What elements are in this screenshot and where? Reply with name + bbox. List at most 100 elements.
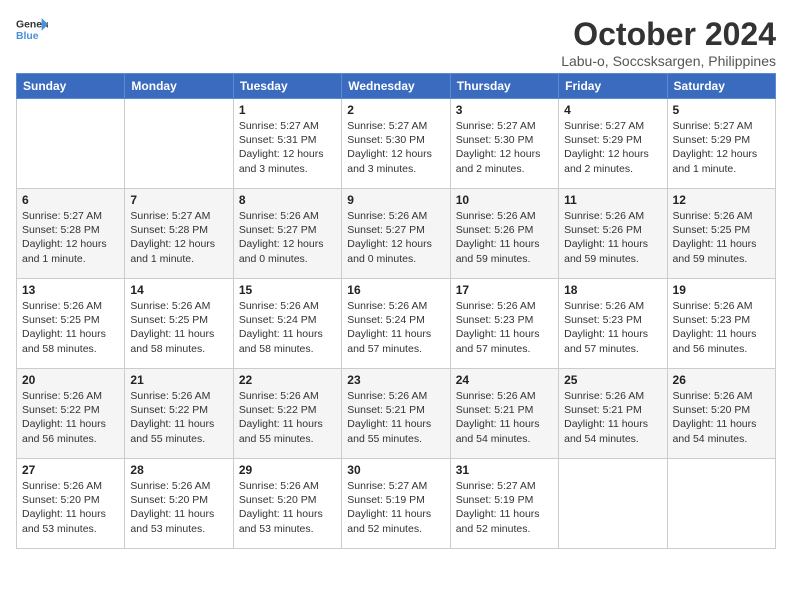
calendar-cell: 5 Sunrise: 5:27 AMSunset: 5:29 PMDaylight… (667, 99, 775, 189)
day-info: Sunrise: 5:26 AMSunset: 5:25 PMDaylight:… (22, 299, 119, 356)
day-number: 4 (564, 103, 661, 117)
day-number: 14 (130, 283, 227, 297)
day-number: 16 (347, 283, 444, 297)
day-info: Sunrise: 5:26 AMSunset: 5:26 PMDaylight:… (564, 209, 661, 266)
calendar-cell: 28 Sunrise: 5:26 AMSunset: 5:20 PMDayligh… (125, 459, 233, 549)
day-info: Sunrise: 5:26 AMSunset: 5:20 PMDaylight:… (22, 479, 119, 536)
day-number: 21 (130, 373, 227, 387)
day-info: Sunrise: 5:26 AMSunset: 5:21 PMDaylight:… (564, 389, 661, 446)
day-number: 6 (22, 193, 119, 207)
logo-icon: General Blue (16, 16, 48, 44)
calendar-week-row: 6 Sunrise: 5:27 AMSunset: 5:28 PMDaylight… (17, 189, 776, 279)
month-title: October 2024 (561, 16, 776, 53)
day-number: 24 (456, 373, 553, 387)
calendar-header-tuesday: Tuesday (233, 74, 341, 99)
calendar-cell (559, 459, 667, 549)
day-number: 9 (347, 193, 444, 207)
day-info: Sunrise: 5:26 AMSunset: 5:22 PMDaylight:… (22, 389, 119, 446)
calendar-header-sunday: Sunday (17, 74, 125, 99)
calendar-cell: 4 Sunrise: 5:27 AMSunset: 5:29 PMDaylight… (559, 99, 667, 189)
day-info: Sunrise: 5:27 AMSunset: 5:19 PMDaylight:… (456, 479, 553, 536)
day-info: Sunrise: 5:27 AMSunset: 5:30 PMDaylight:… (456, 119, 553, 176)
day-info: Sunrise: 5:27 AMSunset: 5:19 PMDaylight:… (347, 479, 444, 536)
day-info: Sunrise: 5:26 AMSunset: 5:20 PMDaylight:… (239, 479, 336, 536)
day-info: Sunrise: 5:26 AMSunset: 5:26 PMDaylight:… (456, 209, 553, 266)
calendar-header-friday: Friday (559, 74, 667, 99)
calendar-header-monday: Monday (125, 74, 233, 99)
calendar-cell: 21Sunrise: 5:26 AMSunset: 5:22 PMDayligh… (125, 369, 233, 459)
day-info: Sunrise: 5:26 AMSunset: 5:23 PMDaylight:… (673, 299, 770, 356)
location-subtitle: Labu-o, Soccsksargen, Philippines (561, 53, 776, 69)
calendar-cell: 29 Sunrise: 5:26 AMSunset: 5:20 PMDayligh… (233, 459, 341, 549)
day-info: Sunrise: 5:26 AMSunset: 5:23 PMDaylight:… (564, 299, 661, 356)
calendar-cell: 6 Sunrise: 5:27 AMSunset: 5:28 PMDaylight… (17, 189, 125, 279)
svg-text:Blue: Blue (16, 31, 39, 42)
calendar-cell: 20 Sunrise: 5:26 AMSunset: 5:22 PMDayligh… (17, 369, 125, 459)
title-block: October 2024 Labu-o, Soccsksargen, Phili… (561, 16, 776, 69)
calendar-cell: 18 Sunrise: 5:26 AMSunset: 5:23 PMDayligh… (559, 279, 667, 369)
day-number: 12 (673, 193, 770, 207)
day-info: Sunrise: 5:27 AMSunset: 5:29 PMDaylight:… (564, 119, 661, 176)
calendar-cell: 25 Sunrise: 5:26 AMSunset: 5:21 PMDayligh… (559, 369, 667, 459)
day-number: 29 (239, 463, 336, 477)
calendar-cell: 7 Sunrise: 5:27 AMSunset: 5:28 PMDaylight… (125, 189, 233, 279)
day-info: Sunrise: 5:27 AMSunset: 5:28 PMDaylight:… (22, 209, 119, 266)
day-info: Sunrise: 5:26 AMSunset: 5:24 PMDaylight:… (239, 299, 336, 356)
day-number: 2 (347, 103, 444, 117)
calendar-cell: 1 Sunrise: 5:27 AMSunset: 5:31 PMDaylight… (233, 99, 341, 189)
day-number: 11 (564, 193, 661, 207)
day-info: Sunrise: 5:26 AMSunset: 5:27 PMDaylight:… (347, 209, 444, 266)
calendar-cell: 17Sunrise: 5:26 AMSunset: 5:23 PMDayligh… (450, 279, 558, 369)
calendar-cell: 23Sunrise: 5:26 AMSunset: 5:21 PMDayligh… (342, 369, 450, 459)
calendar-week-row: 20 Sunrise: 5:26 AMSunset: 5:22 PMDayligh… (17, 369, 776, 459)
calendar-cell: 14 Sunrise: 5:26 AMSunset: 5:25 PMDayligh… (125, 279, 233, 369)
day-number: 20 (22, 373, 119, 387)
day-number: 26 (673, 373, 770, 387)
day-info: Sunrise: 5:27 AMSunset: 5:30 PMDaylight:… (347, 119, 444, 176)
calendar-cell: 19 Sunrise: 5:26 AMSunset: 5:23 PMDayligh… (667, 279, 775, 369)
calendar-cell: 9 Sunrise: 5:26 AMSunset: 5:27 PMDaylight… (342, 189, 450, 279)
day-info: Sunrise: 5:26 AMSunset: 5:21 PMDaylight:… (456, 389, 553, 446)
day-info: Sunrise: 5:27 AMSunset: 5:29 PMDaylight:… (673, 119, 770, 176)
day-number: 3 (456, 103, 553, 117)
day-number: 31 (456, 463, 553, 477)
day-number: 1 (239, 103, 336, 117)
day-info: Sunrise: 5:26 AMSunset: 5:25 PMDaylight:… (130, 299, 227, 356)
day-number: 22 (239, 373, 336, 387)
page-header: General Blue October 2024 Labu-o, Soccsk… (16, 16, 776, 69)
calendar-header-thursday: Thursday (450, 74, 558, 99)
day-info: Sunrise: 5:27 AMSunset: 5:28 PMDaylight:… (130, 209, 227, 266)
calendar-cell (667, 459, 775, 549)
calendar-week-row: 27Sunrise: 5:26 AMSunset: 5:20 PMDayligh… (17, 459, 776, 549)
calendar-cell (17, 99, 125, 189)
calendar-cell: 11 Sunrise: 5:26 AMSunset: 5:26 PMDayligh… (559, 189, 667, 279)
day-info: Sunrise: 5:27 AMSunset: 5:31 PMDaylight:… (239, 119, 336, 176)
calendar-cell: 3 Sunrise: 5:27 AMSunset: 5:30 PMDaylight… (450, 99, 558, 189)
day-number: 5 (673, 103, 770, 117)
day-number: 7 (130, 193, 227, 207)
calendar-cell (125, 99, 233, 189)
calendar-week-row: 13 Sunrise: 5:26 AMSunset: 5:25 PMDayligh… (17, 279, 776, 369)
calendar-cell: 31 Sunrise: 5:27 AMSunset: 5:19 PMDayligh… (450, 459, 558, 549)
day-info: Sunrise: 5:26 AMSunset: 5:27 PMDaylight:… (239, 209, 336, 266)
day-info: Sunrise: 5:26 AMSunset: 5:25 PMDaylight:… (673, 209, 770, 266)
day-number: 8 (239, 193, 336, 207)
day-number: 28 (130, 463, 227, 477)
day-number: 25 (564, 373, 661, 387)
calendar-cell: 12 Sunrise: 5:26 AMSunset: 5:25 PMDayligh… (667, 189, 775, 279)
day-number: 10 (456, 193, 553, 207)
day-info: Sunrise: 5:26 AMSunset: 5:20 PMDaylight:… (130, 479, 227, 536)
calendar-header-saturday: Saturday (667, 74, 775, 99)
day-number: 13 (22, 283, 119, 297)
day-info: Sunrise: 5:26 AMSunset: 5:21 PMDaylight:… (347, 389, 444, 446)
calendar-cell: 26Sunrise: 5:26 AMSunset: 5:20 PMDayligh… (667, 369, 775, 459)
day-number: 30 (347, 463, 444, 477)
calendar-cell: 27Sunrise: 5:26 AMSunset: 5:20 PMDayligh… (17, 459, 125, 549)
calendar-cell: 15Sunrise: 5:26 AMSunset: 5:24 PMDayligh… (233, 279, 341, 369)
day-number: 18 (564, 283, 661, 297)
calendar-cell: 24 Sunrise: 5:26 AMSunset: 5:21 PMDayligh… (450, 369, 558, 459)
day-number: 19 (673, 283, 770, 297)
calendar-cell: 2 Sunrise: 5:27 AMSunset: 5:30 PMDaylight… (342, 99, 450, 189)
calendar-cell: 8 Sunrise: 5:26 AMSunset: 5:27 PMDaylight… (233, 189, 341, 279)
calendar-table: SundayMondayTuesdayWednesdayThursdayFrid… (16, 73, 776, 549)
